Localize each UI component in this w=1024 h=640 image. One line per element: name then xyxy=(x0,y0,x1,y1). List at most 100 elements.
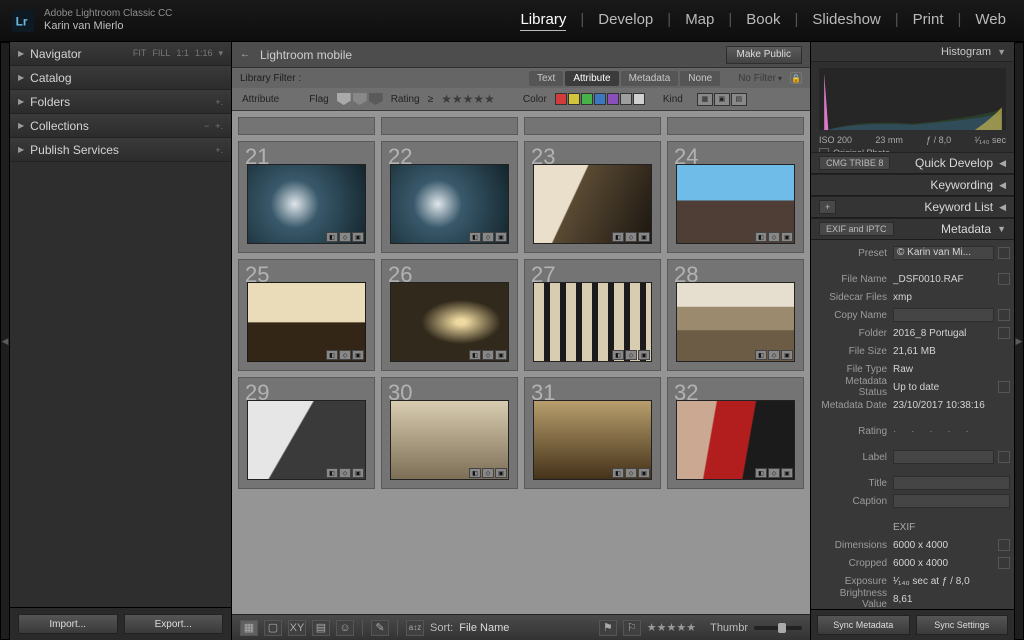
metadata-row[interactable]: Caption xyxy=(815,492,1010,510)
make-public-button[interactable]: Make Public xyxy=(726,46,802,64)
module-web[interactable]: Web xyxy=(975,11,1006,28)
badge-icon[interactable]: ◇ xyxy=(625,350,637,360)
badge-icon[interactable]: ▣ xyxy=(495,350,507,360)
badge-icon[interactable]: ◇ xyxy=(339,468,351,478)
color-swatch[interactable] xyxy=(568,93,580,105)
badge-icon[interactable]: ◇ xyxy=(482,232,494,242)
metadata-action-icon[interactable] xyxy=(998,557,1010,569)
badge-icon[interactable]: ◧ xyxy=(755,232,767,242)
breadcrumb-path[interactable]: Lightroom mobile xyxy=(260,48,352,62)
panel-navigator[interactable]: ▶ Navigator FITFILL1:11:16▾ xyxy=(10,42,231,66)
rating-op[interactable]: ≥ xyxy=(428,94,434,105)
people-view-icon[interactable]: ☺ xyxy=(336,620,354,636)
badge-icon[interactable]: ◧ xyxy=(326,232,338,242)
metadata-header[interactable]: EXIF and IPTC Metadata ▼ xyxy=(811,218,1014,240)
badge-icon[interactable]: ▣ xyxy=(495,468,507,478)
badge-icon[interactable]: ◇ xyxy=(625,468,637,478)
panel-folders[interactable]: ▶ Folders +. xyxy=(10,90,231,114)
thumbnail-cell[interactable]: 32◧◇▣ xyxy=(667,377,804,489)
metadata-action-icon[interactable] xyxy=(998,273,1010,285)
badge-icon[interactable]: ◇ xyxy=(482,350,494,360)
thumbnail-cell[interactable]: 23◧◇▣ xyxy=(524,141,661,253)
thumbnail-cell[interactable]: 25◧◇▣ xyxy=(238,259,375,371)
metadata-action-icon[interactable] xyxy=(998,327,1010,339)
badge-icon[interactable]: ▣ xyxy=(352,232,364,242)
thumbnail-cell[interactable]: 29◧◇▣ xyxy=(238,377,375,489)
badge-icon[interactable]: ◇ xyxy=(339,350,351,360)
color-swatch[interactable] xyxy=(620,93,632,105)
badge-icon[interactable]: ◧ xyxy=(755,468,767,478)
histogram[interactable]: ISO 200 23 mm ƒ / 8,0 ¹⁄₁₄₀ sec Original… xyxy=(811,62,1014,152)
filter-tab-attribute[interactable]: Attribute xyxy=(565,71,618,86)
badge-icon[interactable]: ◧ xyxy=(326,350,338,360)
rating-stars[interactable]: ★★★★★ xyxy=(441,92,495,106)
metadata-set-select[interactable]: EXIF and IPTC xyxy=(819,222,894,236)
badge-icon[interactable]: ◧ xyxy=(612,468,624,478)
color-swatches[interactable] xyxy=(555,93,645,105)
thumbnail-cell[interactable]: 28◧◇▣ xyxy=(667,259,804,371)
badge-icon[interactable]: ▣ xyxy=(781,232,793,242)
sync-settings-button[interactable]: Sync Settings xyxy=(916,615,1009,635)
left-panel-edge[interactable]: ◀ xyxy=(0,42,10,640)
flag-pick-icon[interactable]: ⚑ xyxy=(599,620,617,636)
thumbnail-cell[interactable]: 27◧◇▣ xyxy=(524,259,661,371)
metadata-action-icon[interactable] xyxy=(998,381,1010,393)
badge-icon[interactable]: ▣ xyxy=(638,232,650,242)
badge-icon[interactable]: ▣ xyxy=(352,350,364,360)
thumbnail-cell[interactable]: 21◧◇▣ xyxy=(238,141,375,253)
loupe-view-icon[interactable]: ▢ xyxy=(264,620,282,636)
dropdown-icon[interactable]: ▾ xyxy=(778,74,782,83)
module-library[interactable]: Library xyxy=(520,11,566,31)
grid-view-icon[interactable]: ▦ xyxy=(240,620,258,636)
filter-tab-metadata[interactable]: Metadata xyxy=(621,71,679,86)
histogram-header[interactable]: Histogram ▼ xyxy=(811,42,1014,62)
publish-extras[interactable]: +. xyxy=(215,145,223,155)
badge-icon[interactable]: ◧ xyxy=(755,350,767,360)
filter-preset[interactable]: No Filter xyxy=(738,73,776,84)
right-panel-edge[interactable]: ▶ xyxy=(1014,42,1024,640)
folders-extras[interactable]: +. xyxy=(215,97,223,107)
keywording-header[interactable]: Keywording ◀ xyxy=(811,174,1014,196)
compare-view-icon[interactable]: XY xyxy=(288,620,306,636)
color-swatch[interactable] xyxy=(581,93,593,105)
module-book[interactable]: Book xyxy=(746,11,780,28)
thumbnail-cell[interactable]: 31◧◇▣ xyxy=(524,377,661,489)
color-swatch[interactable] xyxy=(633,93,645,105)
sync-metadata-button[interactable]: Sync Metadata xyxy=(817,615,910,635)
keyword-list-header[interactable]: + Keyword List ◀ xyxy=(811,196,1014,218)
panel-catalog[interactable]: ▶ Catalog xyxy=(10,66,231,90)
panel-publish[interactable]: ▶ Publish Services +. xyxy=(10,138,231,162)
add-keyword-icon[interactable]: + xyxy=(819,200,836,214)
sort-value[interactable]: File Name xyxy=(459,622,509,634)
lock-icon[interactable]: 🔒 xyxy=(790,72,802,84)
filter-tab-text[interactable]: Text xyxy=(529,71,563,86)
thumbnail-cell[interactable]: 30◧◇▣ xyxy=(381,377,518,489)
badge-icon[interactable]: ◧ xyxy=(612,232,624,242)
module-slideshow[interactable]: Slideshow xyxy=(812,11,880,28)
badge-icon[interactable]: ◧ xyxy=(326,468,338,478)
color-swatch[interactable] xyxy=(594,93,606,105)
color-swatch[interactable] xyxy=(555,93,567,105)
thumbnail-cell[interactable]: 22◧◇▣ xyxy=(381,141,518,253)
thumbnail-cell[interactable]: 24◧◇▣ xyxy=(667,141,804,253)
import-button[interactable]: Import... xyxy=(18,614,118,634)
metadata-row[interactable]: Label xyxy=(815,448,1010,466)
badge-icon[interactable]: ▣ xyxy=(638,468,650,478)
badge-icon[interactable]: ◇ xyxy=(625,232,637,242)
badge-icon[interactable]: ◧ xyxy=(612,350,624,360)
survey-view-icon[interactable]: ▤ xyxy=(312,620,330,636)
painter-icon[interactable]: ✎ xyxy=(371,620,389,636)
badge-icon[interactable]: ▣ xyxy=(638,350,650,360)
metadata-row[interactable]: Preset© Karin van Mi... xyxy=(815,244,1010,262)
badge-icon[interactable]: ◧ xyxy=(469,468,481,478)
badge-icon[interactable]: ◧ xyxy=(469,350,481,360)
color-swatch[interactable] xyxy=(607,93,619,105)
metadata-action-icon[interactable] xyxy=(998,247,1010,259)
metadata-action-icon[interactable] xyxy=(998,539,1010,551)
export-button[interactable]: Export... xyxy=(124,614,224,634)
rating-stars[interactable]: ★★★★★ xyxy=(647,621,696,634)
badge-icon[interactable]: ◧ xyxy=(469,232,481,242)
thumbnail-cell[interactable]: 26◧◇▣ xyxy=(381,259,518,371)
panel-collections[interactable]: ▶ Collections −+. xyxy=(10,114,231,138)
back-arrow-icon[interactable]: ← xyxy=(240,49,250,60)
